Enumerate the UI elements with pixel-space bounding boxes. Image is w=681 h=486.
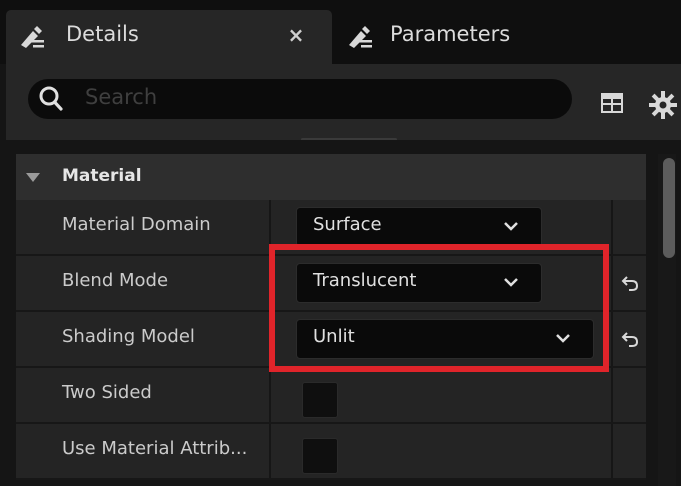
- two-sided-checkbox[interactable]: [302, 382, 338, 418]
- property-label: Shading Model: [62, 326, 195, 347]
- close-tab-button[interactable]: ×: [284, 20, 308, 50]
- category-label: Material: [62, 166, 142, 186]
- property-label: Use Material Attrib...: [62, 438, 248, 459]
- reset-to-default-icon[interactable]: [621, 330, 639, 348]
- category-material-header[interactable]: Material: [16, 154, 646, 200]
- expand-arrow-icon: [26, 173, 40, 182]
- column-divider: [269, 368, 271, 422]
- column-divider: [611, 312, 613, 366]
- tab-details[interactable]: Details ×: [6, 10, 332, 64]
- table-view-icon[interactable]: [601, 93, 623, 113]
- tab-bar: Details × Parameters: [0, 0, 681, 64]
- property-label: Blend Mode: [62, 270, 169, 291]
- property-row-two-sided: Two Sided: [16, 368, 646, 424]
- use-material-attributes-checkbox[interactable]: [302, 438, 338, 474]
- property-label: Two Sided: [62, 382, 152, 403]
- reset-to-default-icon[interactable]: [621, 274, 639, 292]
- column-divider: [611, 256, 613, 310]
- search-placeholder: Search: [85, 85, 158, 109]
- column-divider: [611, 424, 613, 478]
- search-icon: [39, 86, 63, 111]
- search-input[interactable]: Search: [28, 79, 572, 119]
- column-divider: [269, 424, 271, 478]
- tab-parameters[interactable]: Parameters: [336, 10, 681, 64]
- material-domain-dropdown[interactable]: Surface: [296, 207, 542, 247]
- property-row-use-material-attributes: Use Material Attrib...: [16, 424, 646, 480]
- highlight-box: [269, 244, 609, 372]
- column-divider: [611, 200, 613, 254]
- tab-details-label: Details: [66, 22, 139, 46]
- property-label: Material Domain: [62, 214, 211, 235]
- parameters-edit-icon: [349, 26, 372, 48]
- tab-parameters-label: Parameters: [390, 22, 511, 46]
- settings-gear-icon[interactable]: [648, 90, 678, 120]
- chevron-down-icon: [504, 222, 518, 231]
- details-edit-icon: [21, 26, 44, 48]
- search-toolbar: Search: [6, 64, 681, 141]
- column-divider: [611, 368, 613, 422]
- scrollbar-thumb[interactable]: [663, 158, 675, 258]
- dropdown-value: Surface: [313, 214, 382, 235]
